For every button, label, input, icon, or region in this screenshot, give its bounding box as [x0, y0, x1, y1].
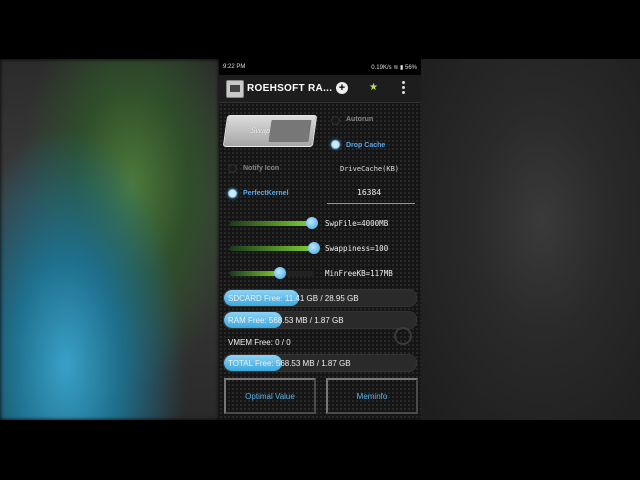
vmem-free-bar: VMEM Free: 0 / 0: [223, 333, 417, 351]
swapfile-slider-fill: [230, 221, 313, 226]
total-free-bar: TOTAL Free: 568.53 MB / 1.87 GB: [223, 354, 417, 372]
app-icon[interactable]: [226, 80, 244, 98]
optimal-value-button[interactable]: Optimal Value: [224, 378, 316, 414]
minfree-label: MinFreeKB=117MB: [325, 269, 393, 278]
app-bar: ROEHSOFT RA... + ★: [219, 75, 421, 103]
status-right: 0.19K/s ≋ ▮ 56%: [371, 64, 417, 71]
video-frame: 9:22 PM 0.19K/s ≋ ▮ 56% ROEHSOFT RA... +…: [0, 59, 640, 420]
swappiness-slider-fill: [230, 246, 314, 251]
swappiness-slider[interactable]: [230, 242, 320, 254]
minfree-slider-thumb[interactable]: [274, 267, 287, 279]
swapfile-slider-thumb[interactable]: [306, 217, 319, 229]
sdcard-free-text: SDCARD Free: 11.41 GB / 28.95 GB: [228, 294, 359, 303]
swapfile-slider[interactable]: [230, 217, 319, 229]
ring-icon: [394, 327, 412, 345]
total-free-text: TOTAL Free: 568.53 MB / 1.87 GB: [228, 359, 351, 368]
autorun-checkbox[interactable]: [331, 116, 340, 125]
status-time: 9:22 PM: [223, 64, 246, 70]
star-icon[interactable]: ★: [369, 82, 378, 93]
drive-cache-input[interactable]: 16384: [327, 185, 415, 204]
background-blur-left: [0, 59, 219, 420]
minfree-slider[interactable]: [230, 267, 314, 279]
background-blur-right: [421, 59, 640, 420]
meminfo-button[interactable]: Meminfo: [326, 378, 418, 414]
vmem-free-text: VMEM Free: 0 / 0: [228, 338, 291, 347]
notify-icon-label: Notify Icon: [243, 165, 280, 172]
wifi-icon: ≋ ▮: [393, 65, 405, 71]
swappiness-slider-thumb[interactable]: [308, 242, 320, 254]
drop-cache-label: Drop Cache: [346, 142, 386, 149]
ram-free-text: RAM Free: 568.53 MB / 1.87 GB: [228, 316, 344, 325]
battery-level: 56%: [404, 65, 417, 71]
drop-cache-checkbox[interactable]: [331, 140, 340, 149]
perfect-kernel-checkbox[interactable]: [228, 189, 237, 198]
sdcard-free-bar: SDCARD Free: 11.41 GB / 28.95 GB: [223, 289, 417, 307]
autorun-label: Autorun: [346, 116, 374, 123]
swap-active-label: Swap Activ: [249, 126, 291, 135]
perfect-kernel-label: PerfectKernel: [243, 190, 289, 197]
more-icon[interactable]: [402, 81, 406, 96]
network-speed: 0.19K/s: [371, 65, 392, 71]
swappiness-label: Swappiness=100: [325, 244, 389, 253]
minfree-slider-fill: [230, 271, 281, 276]
app-title: ROEHSOFT RA...: [247, 83, 333, 94]
optimal-value-label: Optimal Value: [245, 392, 295, 401]
drive-cache-label: DriveCache(KB): [340, 165, 400, 173]
swapfile-label: SwpFile=4000MB: [325, 219, 389, 228]
plus-icon[interactable]: +: [336, 82, 348, 94]
ram-free-bar: RAM Free: 568.53 MB / 1.87 GB: [223, 311, 417, 329]
notify-icon-checkbox[interactable]: [228, 164, 237, 173]
swap-active-toggle[interactable]: Swap Activ: [222, 115, 318, 147]
phone-screen: 9:22 PM 0.19K/s ≋ ▮ 56% ROEHSOFT RA... +…: [219, 59, 421, 420]
drive-cache-value: 16384: [357, 188, 382, 197]
meminfo-label: Meminfo: [356, 392, 388, 401]
status-bar: 9:22 PM 0.19K/s ≋ ▮ 56%: [219, 59, 421, 75]
